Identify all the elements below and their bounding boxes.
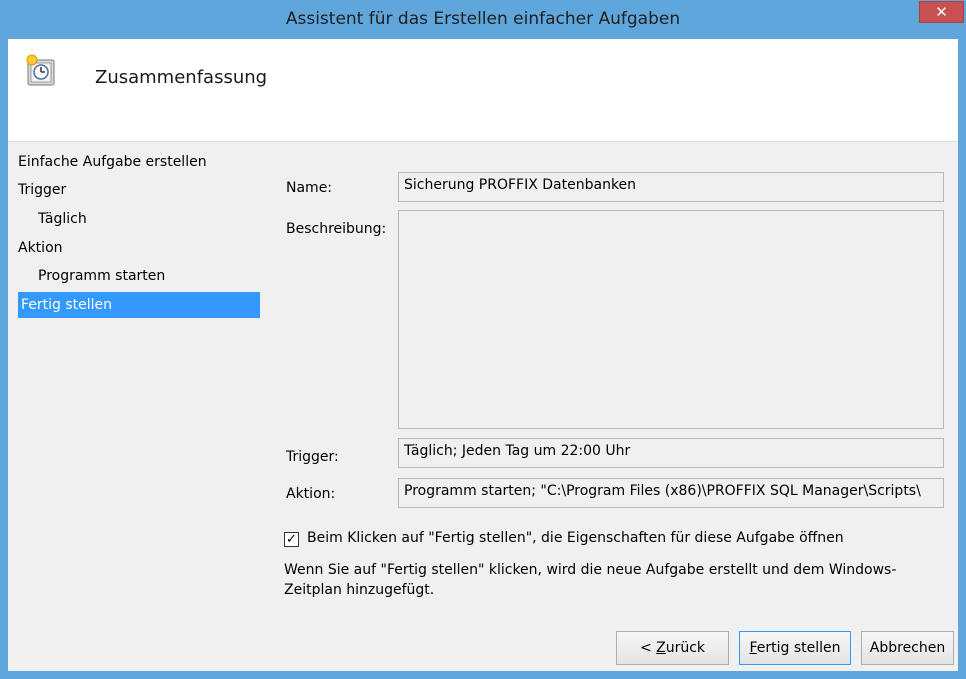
trigger-label: Trigger: (286, 449, 339, 465)
close-icon: ✕ (935, 3, 948, 21)
back-button-prefix: < (639, 640, 657, 656)
window-bottom-border (0, 671, 966, 679)
window-title: Assistent für das Erstellen einfacher Au… (285, 9, 681, 29)
nav-item-trigger[interactable]: Trigger (18, 177, 260, 203)
nav-item-finish[interactable]: Fertig stellen (18, 292, 260, 318)
wizard-client-area: Zusammenfassung Einfache Aufgabe erstell… (8, 39, 958, 671)
back-button[interactable]: < Zurück (616, 631, 729, 665)
checkmark-icon: ✓ (286, 532, 297, 547)
action-label: Aktion: (286, 486, 336, 502)
description-field[interactable] (398, 210, 944, 429)
name-field[interactable]: Sicherung PROFFIX Datenbanken (398, 172, 944, 202)
wizard-header: Zusammenfassung (8, 39, 958, 141)
info-text: Wenn Sie auf "Fertig stellen" klicken, w… (284, 562, 897, 598)
nav-item-action[interactable]: Aktion (18, 235, 260, 261)
open-properties-checkbox[interactable]: ✓ (284, 532, 299, 547)
description-label: Beschreibung: (286, 221, 387, 237)
action-field[interactable]: Programm starten; "C:\Program Files (x86… (398, 478, 944, 508)
cancel-button[interactable]: Abbrechen (861, 631, 954, 665)
task-scheduler-icon (24, 54, 58, 88)
name-label: Name: (286, 180, 333, 196)
header-divider (8, 141, 958, 142)
page-title: Zusammenfassung (95, 67, 268, 88)
finish-button[interactable]: Fertig stellen (739, 631, 851, 665)
back-button-label: urück (665, 640, 706, 656)
nav-item-daily[interactable]: Täglich (18, 206, 260, 232)
wizard-window: Assistent für das Erstellen einfacher Au… (0, 0, 966, 679)
title-bar[interactable]: Assistent für das Erstellen einfacher Au… (0, 0, 966, 39)
close-button[interactable]: ✕ (919, 1, 964, 23)
nav-item-start-program[interactable]: Programm starten (18, 263, 260, 289)
back-button-mnemonic: Z (656, 640, 666, 656)
nav-item-create-basic-task[interactable]: Einfache Aufgabe erstellen (18, 149, 260, 175)
open-properties-label[interactable]: Beim Klicken auf "Fertig stellen", die E… (307, 530, 844, 546)
finish-button-label: ertig stellen (756, 640, 841, 656)
finish-button-mnemonic: F (749, 640, 757, 656)
trigger-field[interactable]: Täglich; Jeden Tag um 22:00 Uhr (398, 438, 944, 468)
